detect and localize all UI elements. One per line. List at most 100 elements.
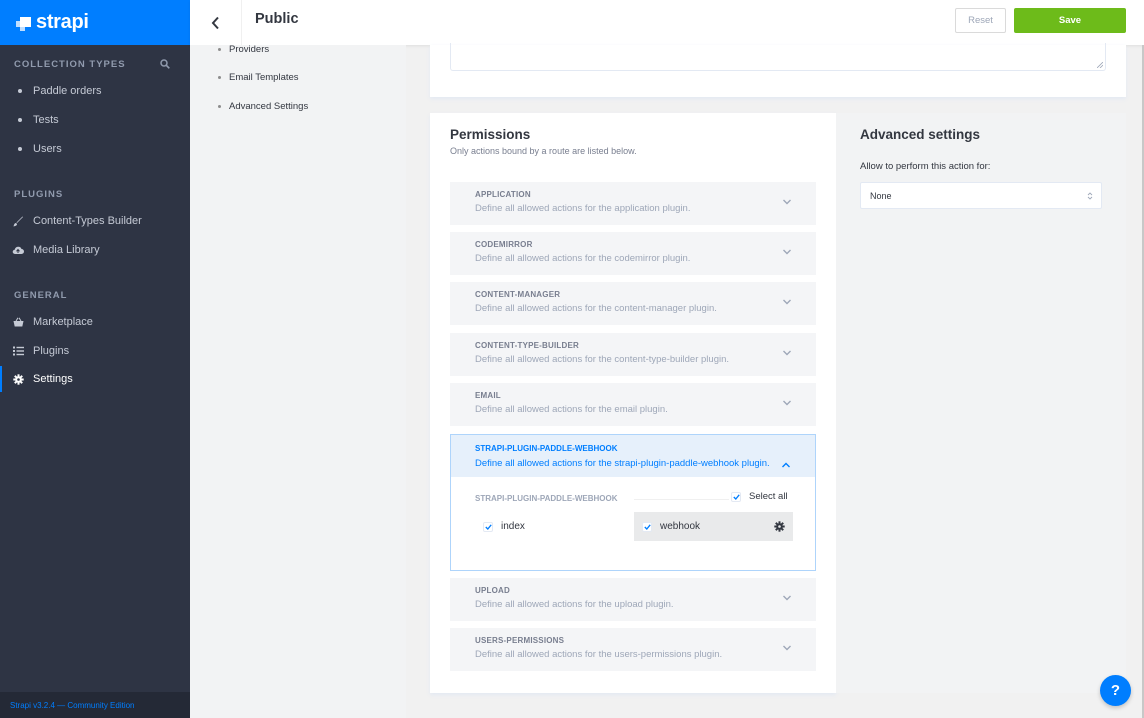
plugin-row-email[interactable]: EMAIL Define all allowed actions for the… xyxy=(450,383,816,426)
sidebar: strapi COLLECTION TYPES Paddle orders Te… xyxy=(0,0,190,718)
chevron-down-icon xyxy=(783,350,791,356)
sidebar-item-label: Settings xyxy=(33,373,73,385)
plugin-name: CONTENT-MANAGER xyxy=(475,290,561,299)
reset-button[interactable]: Reset xyxy=(955,8,1006,33)
advanced-settings-panel: Advanced settings Allow to perform this … xyxy=(836,113,1126,693)
chevron-down-icon xyxy=(783,299,791,305)
description-textarea[interactable] xyxy=(450,43,1106,71)
subnav-item-advanced-settings[interactable]: Advanced Settings xyxy=(218,101,308,112)
sidebar-item-label: Media Library xyxy=(33,244,100,256)
sidebar-item-plugins[interactable]: Plugins xyxy=(0,338,190,364)
plugin-name: CODEMIRROR xyxy=(475,240,533,249)
plugin-description: Define all allowed actions for the appli… xyxy=(475,203,691,214)
plugin-description: Define all allowed actions for the codem… xyxy=(475,253,691,264)
bullet-icon xyxy=(218,105,221,108)
header: Public Reset Save xyxy=(190,0,1144,45)
brand-logo[interactable]: strapi xyxy=(0,0,190,45)
checkbox-checked-icon xyxy=(642,521,652,532)
sidebar-item-label: Paddle orders xyxy=(33,85,102,97)
action-label: webhook xyxy=(660,521,701,532)
back-button[interactable] xyxy=(190,0,242,45)
plugin-name: USERS-PERMISSIONS xyxy=(475,636,565,645)
chevron-up-icon xyxy=(782,462,790,468)
brand-name: strapi xyxy=(36,11,89,33)
sidebar-item-paddle-orders[interactable]: Paddle orders xyxy=(0,78,190,104)
sidebar-item-label: Users xyxy=(33,143,62,155)
action-label: index xyxy=(501,521,525,532)
sidebar-item-media-library[interactable]: Media Library xyxy=(0,237,190,263)
bullet-icon xyxy=(218,48,221,51)
subnav-item-email-templates[interactable]: Email Templates xyxy=(218,72,299,83)
settings-subnav: Providers Email Templates Advanced Setti… xyxy=(190,44,406,718)
help-button[interactable]: ? xyxy=(1100,675,1131,706)
select-all-label: Select all xyxy=(749,491,788,502)
plugin-row-content-manager[interactable]: CONTENT-MANAGER Define all allowed actio… xyxy=(450,282,816,325)
sidebar-item-tests[interactable]: Tests xyxy=(0,107,190,133)
advanced-settings-label: Allow to perform this action for: xyxy=(860,161,991,172)
bullet-icon xyxy=(18,89,22,93)
action-checkbox-webhook[interactable]: webhook xyxy=(642,521,700,532)
section-title-collection-types: COLLECTION TYPES xyxy=(14,59,126,70)
sidebar-item-content-types-builder[interactable]: Content-Types Builder xyxy=(0,208,190,234)
plugin-name: CONTENT-TYPE-BUILDER xyxy=(475,341,579,350)
bullet-icon xyxy=(18,147,22,151)
sidebar-item-settings[interactable]: Settings xyxy=(0,366,190,392)
subnav-item-label: Email Templates xyxy=(229,72,299,83)
allowed-role-select[interactable]: None xyxy=(860,182,1102,209)
select-value: None xyxy=(870,190,892,201)
chevron-down-icon xyxy=(783,400,791,406)
plugin-row-upload[interactable]: UPLOAD Define all allowed actions for th… xyxy=(450,578,816,621)
plugin-description: Define all allowed actions for the strap… xyxy=(475,458,770,469)
section-title-plugins: PLUGINS xyxy=(14,189,64,200)
plugin-row-codemirror[interactable]: CODEMIRROR Define all allowed actions fo… xyxy=(450,232,816,275)
plugin-description: Define all allowed actions for the uploa… xyxy=(475,599,674,610)
plugin-name: UPLOAD xyxy=(475,586,510,595)
plugin-row-strapi-plugin-paddle-webhook: STRAPI-PLUGIN-PADDLE-WEBHOOK Define all … xyxy=(450,434,816,571)
sidebar-item-users[interactable]: Users xyxy=(0,136,190,162)
section-title-general: GENERAL xyxy=(14,290,68,301)
select-arrows-icon xyxy=(1087,192,1093,200)
action-checkbox-index[interactable]: index xyxy=(483,521,525,532)
sidebar-item-label: Content-Types Builder xyxy=(33,215,142,227)
plugin-row-application[interactable]: APPLICATION Define all allowed actions f… xyxy=(450,182,816,225)
list-icon xyxy=(12,345,24,357)
plugin-header-expanded[interactable]: STRAPI-PLUGIN-PADDLE-WEBHOOK Define all … xyxy=(451,435,815,477)
save-button[interactable]: Save xyxy=(1014,8,1126,33)
plugin-row-users-permissions[interactable]: USERS-PERMISSIONS Define all allowed act… xyxy=(450,628,816,671)
plugin-description: Define all allowed actions for the conte… xyxy=(475,303,717,314)
sidebar-item-label: Tests xyxy=(33,114,59,126)
sidebar-item-label: Plugins xyxy=(33,345,70,357)
resize-grip-icon[interactable] xyxy=(1097,62,1103,68)
brush-icon xyxy=(12,215,24,227)
chevron-down-icon xyxy=(783,249,791,255)
chevron-down-icon xyxy=(783,199,791,205)
search-icon[interactable] xyxy=(160,59,170,69)
gear-icon xyxy=(12,373,24,385)
advanced-settings-title: Advanced settings xyxy=(860,127,981,142)
permissions-subtitle: Only actions bound by a route are listed… xyxy=(450,146,637,156)
plugin-name: STRAPI-PLUGIN-PADDLE-WEBHOOK xyxy=(475,444,618,453)
checkbox-checked-icon xyxy=(731,491,741,502)
plugin-description: Define all allowed actions for the email… xyxy=(475,404,668,415)
checkbox-checked-icon xyxy=(483,521,493,532)
role-details-card xyxy=(430,43,1126,97)
bullet-icon xyxy=(18,118,22,122)
permissions-card: Permissions Only actions bound by a rout… xyxy=(430,113,836,693)
basket-icon xyxy=(12,316,24,328)
plugin-name: EMAIL xyxy=(475,391,501,400)
chevron-down-icon xyxy=(783,645,791,651)
plugin-description: Define all allowed actions for the conte… xyxy=(475,354,730,365)
plugin-row-content-type-builder[interactable]: CONTENT-TYPE-BUILDER Define all allowed … xyxy=(450,333,816,376)
plugin-description: Define all allowed actions for the users… xyxy=(475,649,723,660)
gear-icon[interactable] xyxy=(774,521,785,532)
controller-name: STRAPI-PLUGIN-PADDLE-WEBHOOK xyxy=(475,494,618,503)
bullet-icon xyxy=(218,76,221,79)
divider xyxy=(634,499,729,500)
cloud-icon xyxy=(12,244,24,256)
plugin-name: APPLICATION xyxy=(475,190,531,199)
sidebar-item-marketplace[interactable]: Marketplace xyxy=(0,309,190,335)
subnav-item-providers[interactable]: Providers xyxy=(218,44,269,55)
chevron-left-icon xyxy=(211,16,219,29)
select-all-checkbox[interactable]: Select all xyxy=(731,491,788,502)
page-title: Public xyxy=(255,11,299,27)
